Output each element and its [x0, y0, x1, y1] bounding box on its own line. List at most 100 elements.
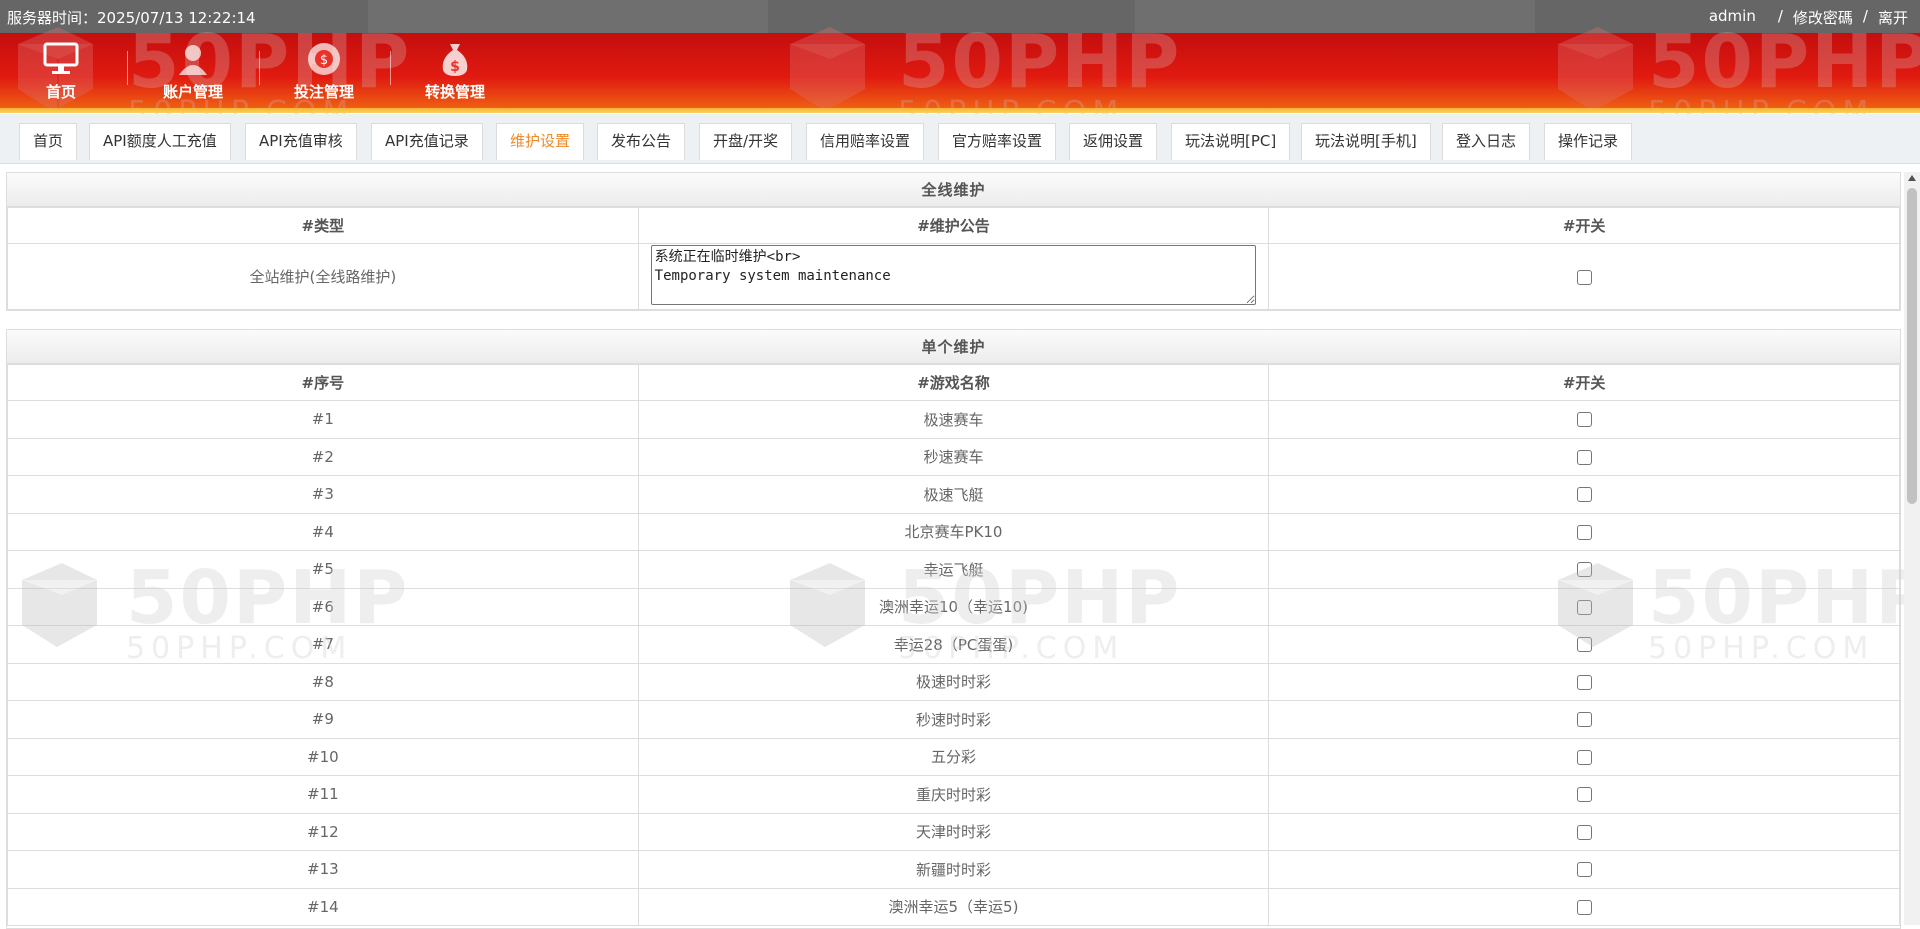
- row-number: #4: [7, 512, 639, 551]
- switch-cell: [1268, 512, 1900, 551]
- table-row: #3 极速飞艇: [7, 475, 1900, 514]
- separator: /: [1862, 7, 1868, 25]
- row-number: #9: [7, 700, 639, 739]
- game-maintenance-checkbox[interactable]: [1576, 862, 1592, 878]
- switch-cell: [1268, 243, 1900, 310]
- tab-official-odds[interactable]: 官方赔率设置: [938, 123, 1057, 160]
- table-row: #4 北京赛车PK10: [7, 512, 1900, 551]
- row-number: #11: [7, 775, 639, 814]
- game-name: 极速飞艇: [637, 475, 1270, 514]
- game-maintenance-checkbox[interactable]: [1576, 824, 1592, 840]
- nav-home[interactable]: 首页: [6, 39, 116, 102]
- game-maintenance-checkbox[interactable]: [1576, 599, 1592, 615]
- full-maintenance-checkbox[interactable]: [1576, 269, 1592, 285]
- panel-title: 单个维护: [7, 330, 1900, 364]
- nav-label: 账户管理: [162, 83, 223, 101]
- table-row: #5 幸运飞艇: [7, 550, 1900, 589]
- row-number: #6: [7, 587, 639, 626]
- game-maintenance-checkbox[interactable]: [1576, 712, 1592, 728]
- table-row: #12 天津时时彩: [7, 812, 1900, 851]
- table-row: #10 五分彩: [7, 737, 1900, 776]
- nav-bet-management[interactable]: $ 投注管理: [269, 39, 379, 102]
- single-maintenance-table: #序号 #游戏名称 #开关 #1 极速赛车 #2 秒速赛车 #3 极速飞艇 #4 北京赛车PK…: [7, 364, 1900, 926]
- tab-rules-pc[interactable]: 玩法说明[PC]: [1171, 123, 1291, 160]
- scroll-thumb[interactable]: [1907, 188, 1917, 504]
- table-row: #13 新疆时时彩: [7, 850, 1900, 889]
- tab-open-draw[interactable]: 开盘/开奖: [699, 123, 793, 160]
- game-rows: #1 极速赛车 #2 秒速赛车 #3 极速飞艇 #4 北京赛车PK10 #5 幸运飞艇 #6 澳洲幸运…: [7, 400, 1900, 926]
- game-name: 澳洲幸运5（幸运5): [637, 887, 1270, 926]
- row-number: #8: [7, 662, 639, 701]
- monitor-icon: [41, 39, 81, 79]
- server-time: 服务器时间：2025/07/13 12:22:14: [7, 9, 256, 27]
- game-maintenance-checkbox[interactable]: [1576, 637, 1592, 653]
- game-name: 秒速时时彩: [637, 700, 1270, 739]
- column-header: #类型: [7, 207, 639, 244]
- full-maintenance-table: #类型 #维护公告 #开关 全站维护(全线路维护) 系统正在临时维护<br> T…: [7, 207, 1900, 310]
- game-name: 极速时时彩: [637, 662, 1270, 701]
- svg-text:$: $: [450, 59, 460, 75]
- nav-label: 首页: [45, 83, 76, 101]
- nav-divider: [390, 51, 391, 85]
- game-maintenance-checkbox[interactable]: [1576, 674, 1592, 690]
- watermark-band: [368, 0, 768, 33]
- game-maintenance-checkbox[interactable]: [1576, 562, 1592, 578]
- game-maintenance-checkbox[interactable]: [1576, 487, 1592, 503]
- tab-operation-log[interactable]: 操作记录: [1544, 123, 1633, 160]
- game-maintenance-checkbox[interactable]: [1576, 412, 1592, 428]
- table-row: #14 澳洲幸运5（幸运5): [7, 887, 1900, 926]
- tab-api-topup-records[interactable]: API充值记录: [371, 123, 483, 160]
- row-number: #10: [7, 737, 639, 776]
- change-password-link[interactable]: 修改密碼: [1793, 7, 1853, 28]
- tab-rules-mobile[interactable]: 玩法说明[手机]: [1301, 123, 1431, 160]
- main-header: 50PHP 50PHP.COM 50PHP 50PHP.COM 50PHP 50…: [0, 19, 1920, 130]
- game-maintenance-checkbox[interactable]: [1576, 749, 1592, 765]
- table-row: #7 幸运28（PC蛋蛋): [7, 625, 1900, 664]
- game-maintenance-checkbox[interactable]: [1576, 787, 1592, 803]
- game-name: 北京赛车PK10: [637, 512, 1270, 551]
- switch-cell: [1268, 812, 1900, 851]
- tab-login-log[interactable]: 登入日志: [1442, 123, 1531, 160]
- switch-cell: [1268, 662, 1900, 701]
- username-link[interactable]: admin: [1709, 7, 1756, 28]
- game-maintenance-checkbox[interactable]: [1576, 449, 1592, 465]
- tab-bar: 首页 API额度人工充值 API充值审核 API充值记录 维护设置 发布公告 开…: [0, 114, 1920, 164]
- chip-icon: $: [304, 39, 344, 79]
- row-number: #1: [7, 400, 639, 439]
- separator: /: [1777, 7, 1783, 25]
- tab-credit-odds[interactable]: 信用赔率设置: [806, 123, 925, 160]
- svg-text:$: $: [320, 53, 328, 68]
- table-row: #6 澳洲幸运10（幸运10): [7, 587, 1900, 626]
- switch-cell: [1268, 437, 1900, 476]
- table-row: #11 重庆时时彩: [7, 775, 1900, 814]
- vertical-scrollbar[interactable]: [1904, 172, 1920, 925]
- tab-maintenance-settings[interactable]: 维护设置: [496, 123, 585, 160]
- nav-label: 转换管理: [424, 83, 485, 101]
- nav-divider: [127, 51, 128, 85]
- full-maintenance-panel: 全线维护 #类型 #维护公告 #开关 全站维护(全线路维护) 系统正在临时维护<…: [6, 172, 1901, 311]
- game-maintenance-checkbox[interactable]: [1576, 899, 1592, 915]
- money-bag-icon: $: [435, 39, 475, 79]
- logout-link[interactable]: 离开: [1878, 7, 1908, 28]
- game-name: 五分彩: [637, 737, 1270, 776]
- game-maintenance-checkbox[interactable]: [1576, 524, 1592, 540]
- game-name: 新疆时时彩: [637, 850, 1270, 889]
- maintenance-notice-textarea[interactable]: 系统正在临时维护<br> Temporary system maintenanc…: [650, 244, 1256, 305]
- tab-api-topup-review[interactable]: API充值审核: [245, 123, 357, 160]
- row-number: #2: [7, 437, 639, 476]
- tab-home[interactable]: 首页: [19, 123, 78, 160]
- scroll-up-arrow-icon[interactable]: [1908, 175, 1916, 181]
- table-row: #8 极速时时彩: [7, 662, 1900, 701]
- game-name: 幸运飞艇: [637, 550, 1270, 589]
- tab-post-announcement[interactable]: 发布公告: [597, 123, 686, 160]
- nav-transfer-management[interactable]: $ 转换管理: [400, 39, 510, 102]
- tab-rebate-settings[interactable]: 返佣设置: [1069, 123, 1158, 160]
- game-name: 重庆时时彩: [637, 775, 1270, 814]
- row-number: #5: [7, 550, 639, 589]
- nav-account-management[interactable]: 账户管理: [138, 39, 248, 102]
- maintenance-type: 全站维护(全线路维护): [7, 243, 639, 310]
- row-number: #13: [7, 850, 639, 889]
- panel-title: 全线维护: [7, 173, 1900, 207]
- tab-api-manual-topup[interactable]: API额度人工充值: [89, 123, 231, 160]
- header-accent-strip: [0, 108, 1920, 113]
